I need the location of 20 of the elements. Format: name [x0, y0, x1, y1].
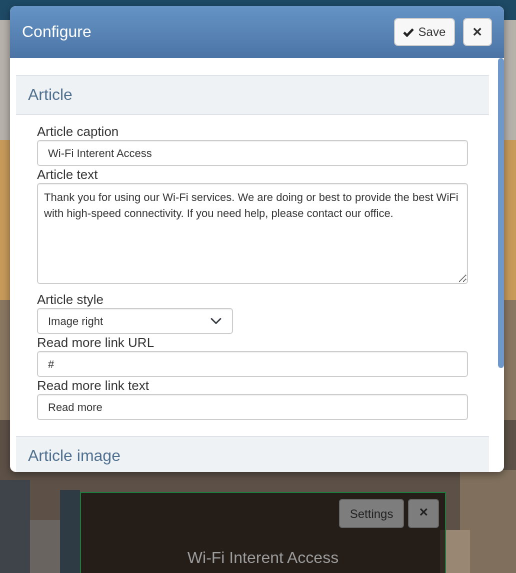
dialog-title: Configure [22, 22, 92, 42]
widget-title: Wi-Fi Interent Access [186, 548, 340, 568]
field-label: Article style [37, 291, 104, 308]
input-field[interactable]: # [37, 351, 468, 377]
text-area[interactable]: Thank you for using our Wi-Fi services. We are doing or best to provide the best WiFi with high-speed connectivity. If you need help, please contact our office. [37, 183, 468, 284]
input-field[interactable]: Wi-Fi Interent Access [37, 140, 468, 166]
dropdown[interactable]: Image right [37, 308, 233, 334]
field-label: Article text [37, 166, 99, 183]
close-button[interactable]: × [408, 499, 439, 528]
field-label: Article caption [37, 123, 120, 140]
close-button[interactable]: × [462, 18, 492, 46]
field-label: Read more link text [37, 377, 150, 394]
section-header[interactable]: Article [16, 75, 489, 115]
save-button[interactable]: Save [394, 18, 455, 46]
check-icon [403, 28, 414, 36]
input-field[interactable]: Read more [37, 394, 468, 420]
field-label: Read more link URL [37, 334, 156, 351]
scrollbar[interactable] [498, 58, 504, 472]
section-header[interactable]: Article image [16, 436, 489, 472]
settings-button[interactable]: Settings [338, 499, 404, 528]
